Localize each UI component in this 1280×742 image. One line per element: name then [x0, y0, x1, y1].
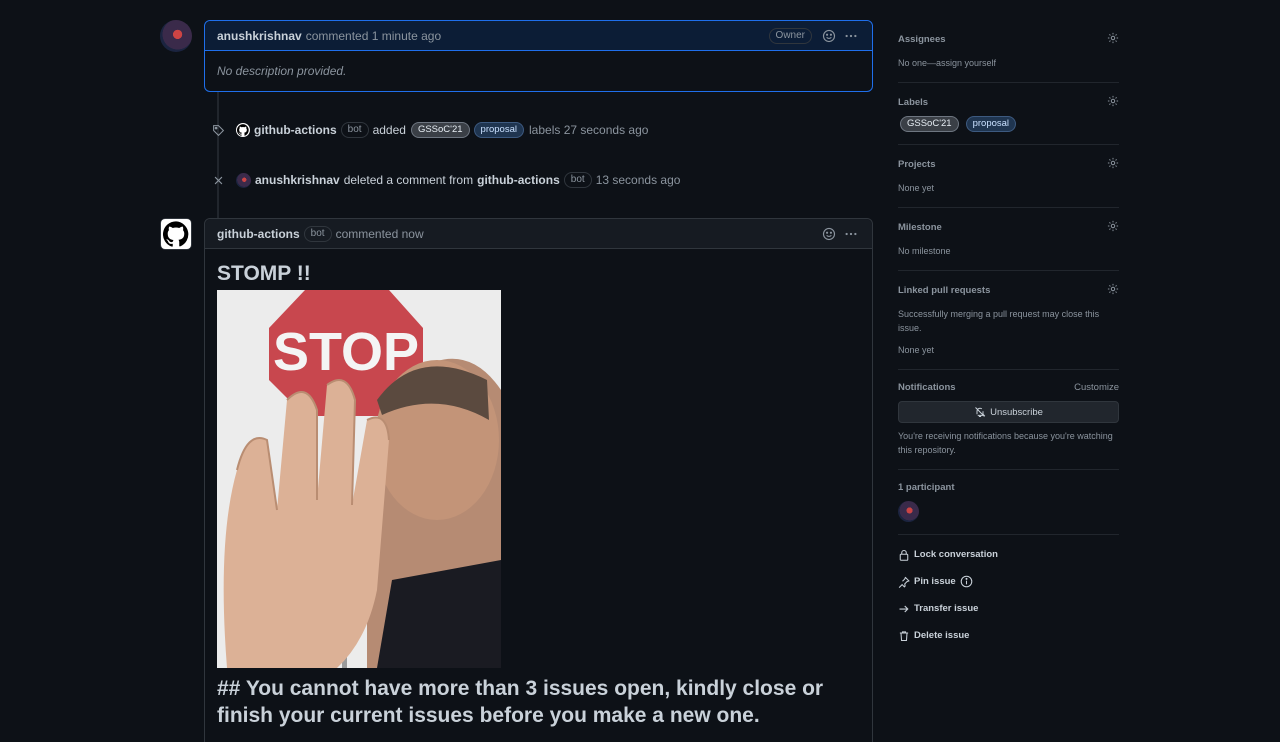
- unsubscribe-label: Unsubscribe: [990, 406, 1043, 418]
- projects-title-text: Projects: [898, 159, 936, 170]
- event-actor[interactable]: anushkrishnav: [255, 173, 340, 187]
- milestone-text: No milestone: [898, 246, 951, 256]
- event-actor[interactable]: github-actions: [254, 123, 337, 137]
- info-icon[interactable]: [960, 575, 973, 588]
- comment-header: github-actions bot commented now: [205, 219, 872, 249]
- smiley-icon[interactable]: [820, 27, 838, 45]
- x-icon: [208, 170, 228, 190]
- owner-comment: anushkrishnav commented 1 minute ago Own…: [204, 20, 873, 92]
- participants-title-text: 1 participant: [898, 482, 955, 493]
- sidebar-label-list: GSSoC'21 proposal: [898, 116, 1119, 132]
- comment-timestamp[interactable]: commented now: [336, 227, 424, 241]
- unsubscribe-button[interactable]: Unsubscribe: [898, 401, 1119, 423]
- linked-title-text: Linked pull requests: [898, 285, 991, 296]
- avatar-small[interactable]: [236, 172, 251, 188]
- delete-label: Delete issue: [914, 630, 970, 641]
- sidebar-milestone: Milestone No milestone: [898, 208, 1119, 271]
- linked-text-none: None yet: [898, 345, 935, 355]
- milestone-title-text: Milestone: [898, 222, 942, 233]
- delete-event: anushkrishnav deleted a comment from git…: [208, 170, 680, 190]
- sidebar-participants: 1 participant: [898, 470, 1119, 535]
- assignees-title[interactable]: Assignees: [898, 32, 1119, 47]
- gear-icon[interactable]: [1107, 95, 1119, 110]
- milestone-title[interactable]: Milestone: [898, 220, 1119, 235]
- linked-title[interactable]: Linked pull requests: [898, 283, 1119, 298]
- comment-timestamp[interactable]: commented 1 minute ago: [306, 29, 441, 43]
- participants-title: 1 participant: [898, 482, 1119, 493]
- participant-avatar[interactable]: [898, 501, 919, 522]
- event-suffix: labels 27 seconds ago: [529, 123, 649, 137]
- comment-header: anushkrishnav commented 1 minute ago Own…: [205, 21, 872, 51]
- bell-slash-icon: [975, 407, 986, 417]
- tag-icon: [208, 120, 228, 140]
- sidebar-actions: Lock conversation Pin issue Transfer iss…: [898, 535, 1119, 649]
- event-time: 13 seconds ago: [595, 173, 681, 187]
- lock-conversation[interactable]: Lock conversation: [898, 541, 1119, 568]
- transfer-label: Transfer issue: [914, 603, 979, 614]
- smiley-icon[interactable]: [820, 225, 838, 243]
- avatar[interactable]: [160, 20, 192, 52]
- sidebar-notifications: Notifications Customize Unsubscribe You'…: [898, 370, 1119, 470]
- arrow-right-icon: [899, 605, 909, 612]
- linked-text: Successfully merging a pull request may …: [898, 309, 1100, 333]
- notifications-title: Notifications Customize: [898, 382, 1119, 393]
- issue-sidebar: Assignees No one—assign yourself Labels …: [898, 20, 1119, 649]
- sidebar-labels: Labels GSSoC'21 proposal: [898, 83, 1119, 145]
- stop-sign-text: STOP: [273, 322, 419, 382]
- lock-icon: [899, 549, 909, 561]
- gear-icon[interactable]: [1107, 32, 1119, 47]
- event-target[interactable]: github-actions: [477, 173, 560, 187]
- assignees-title-text: Assignees: [898, 34, 946, 45]
- comment-heading: STOMP !!: [217, 262, 311, 285]
- bot-badge: bot: [563, 172, 592, 188]
- projects-title[interactable]: Projects: [898, 157, 1119, 172]
- assignees-text[interactable]: No one—assign yourself: [898, 56, 1119, 70]
- customize-link[interactable]: Customize: [1074, 382, 1119, 393]
- label-proposal[interactable]: proposal: [473, 122, 524, 138]
- labels-title[interactable]: Labels: [898, 95, 1119, 110]
- notifications-title-text: Notifications: [898, 382, 956, 393]
- timeline-line: [217, 92, 219, 218]
- github-avatar[interactable]: [160, 218, 192, 250]
- github-logo-icon[interactable]: [236, 123, 250, 137]
- sidebar-assignees: Assignees No one—assign yourself: [898, 20, 1119, 83]
- labels-title-text: Labels: [898, 97, 929, 108]
- label-event: github-actions bot added GSSoC'21 propos…: [208, 120, 648, 140]
- lock-label: Lock conversation: [914, 549, 998, 560]
- pin-icon: [898, 576, 910, 588]
- gear-icon[interactable]: [1107, 157, 1119, 172]
- owner-badge: Owner: [768, 27, 812, 44]
- bot-badge: bot: [340, 122, 369, 138]
- stop-image[interactable]: STOP: [217, 290, 501, 668]
- comment-author[interactable]: anushkrishnav: [217, 29, 302, 43]
- sidebar-projects: Projects None yet: [898, 145, 1119, 208]
- label-proposal[interactable]: proposal: [965, 116, 1017, 132]
- comment-message: ## You cannot have more than 3 issues op…: [217, 677, 824, 727]
- comment-author[interactable]: github-actions: [217, 227, 300, 241]
- kebab-icon[interactable]: [842, 225, 860, 243]
- sidebar-linked-prs: Linked pull requests Successfully mergin…: [898, 271, 1119, 370]
- kebab-icon[interactable]: [842, 27, 860, 45]
- pin-issue[interactable]: Pin issue: [898, 568, 1119, 595]
- gear-icon[interactable]: [1107, 220, 1119, 235]
- bot-badge: bot: [303, 225, 332, 242]
- notifications-text: You're receiving notifications because y…: [898, 431, 1113, 455]
- pin-label: Pin issue: [914, 576, 956, 587]
- event-verb: added: [372, 123, 406, 137]
- trash-icon: [899, 630, 909, 641]
- projects-text: None yet: [898, 183, 935, 193]
- delete-issue[interactable]: Delete issue: [898, 622, 1119, 649]
- comment-body: No description provided.: [217, 64, 347, 78]
- gear-icon[interactable]: [1107, 283, 1119, 298]
- event-verb: deleted a comment from: [343, 173, 474, 187]
- label-gssoc[interactable]: GSSoC'21: [410, 122, 470, 138]
- transfer-issue[interactable]: Transfer issue: [898, 595, 1119, 622]
- label-gssoc[interactable]: GSSoC'21: [900, 116, 959, 132]
